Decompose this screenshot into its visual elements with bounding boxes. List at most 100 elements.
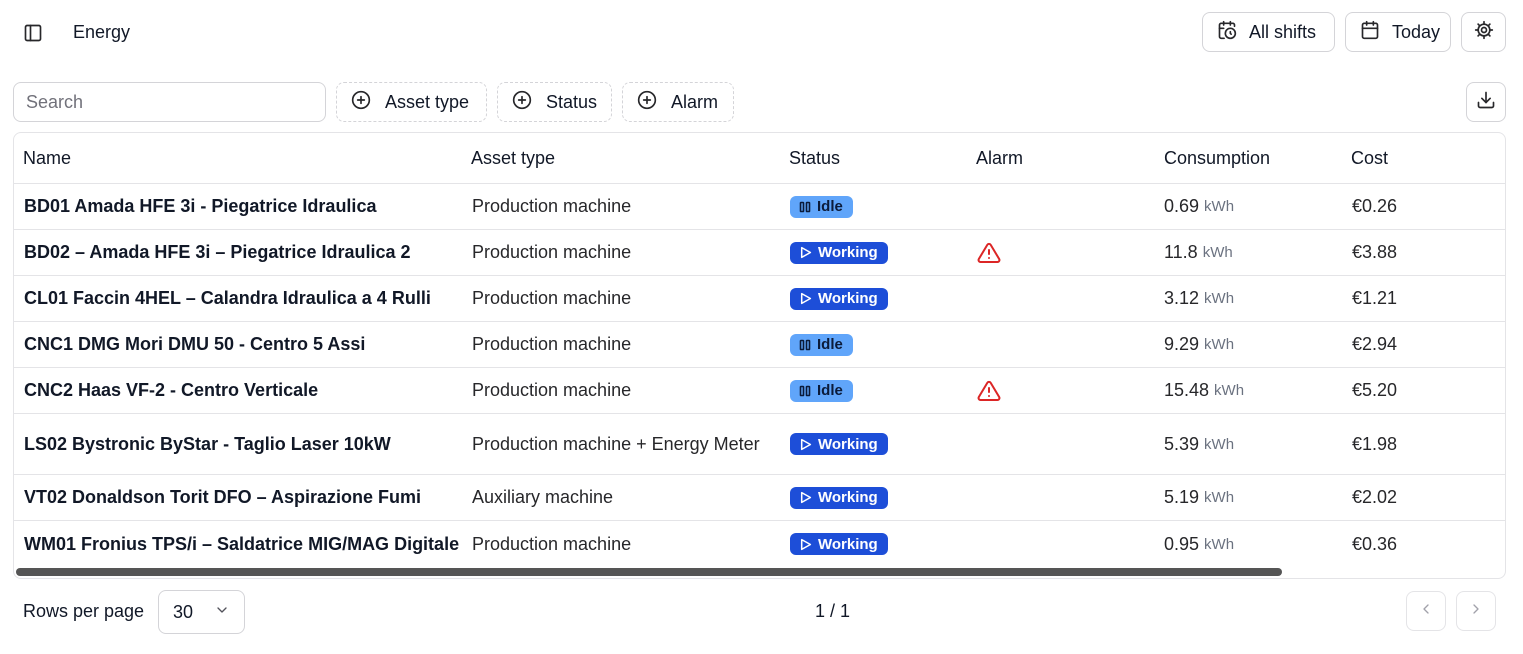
pause-icon	[799, 339, 811, 351]
scrollbar-thumb[interactable]	[16, 568, 1282, 576]
sidebar-toggle-icon[interactable]	[20, 20, 46, 46]
consumption-value: 5.39	[1164, 433, 1200, 454]
play-icon	[799, 438, 812, 451]
filter-status-button[interactable]: Status	[497, 82, 612, 122]
asset-name: LS02 Bystronic ByStar - Taglio Laser 10k…	[24, 433, 391, 454]
table-row[interactable]: BD02 – Amada HFE 3i – Piegatrice Idrauli…	[14, 230, 1505, 276]
cost-value: €3.88	[1352, 242, 1398, 262]
rows-per-page-select[interactable]: 30	[158, 590, 245, 634]
status-badge: Working	[790, 287, 888, 310]
asset-name: BD02 – Amada HFE 3i – Piegatrice Idrauli…	[24, 242, 411, 262]
consumption-value: 9.29	[1164, 334, 1200, 354]
table-row[interactable]: LS02 Bystronic ByStar - Taglio Laser 10k…	[14, 414, 1505, 475]
status-label: Working	[818, 244, 878, 261]
filter-alarm-label: Alarm	[671, 91, 719, 112]
status-cell: Idle	[790, 322, 853, 367]
asset-type: Production machine	[472, 196, 632, 216]
consumption-unit: kWh	[1202, 244, 1233, 261]
pause-icon	[799, 201, 811, 213]
rows-per-page-label: Rows per page	[23, 601, 145, 621]
table-row[interactable]: VT02 Donaldson Torit DFO – Aspirazione F…	[14, 475, 1505, 521]
chevron-right-icon	[1468, 601, 1484, 622]
status-cell: Idle	[790, 368, 853, 413]
status-cell: Working	[790, 475, 888, 520]
consumption-cell: 5.19 kWh	[1164, 475, 1234, 520]
previous-page-button[interactable]	[1406, 591, 1446, 631]
status-badge: Working	[790, 433, 888, 455]
table-row[interactable]: CNC1 DMG Mori DMU 50 - Centro 5 Assi Prod…	[14, 322, 1505, 368]
consumption-value: 0.69	[1164, 196, 1200, 216]
status-cell: Idle	[790, 184, 853, 229]
consumption-unit: kWh	[1204, 435, 1235, 453]
table-row[interactable]: CNC2 Haas VF-2 - Centro Verticale Product…	[14, 368, 1505, 414]
filter-alarm-button[interactable]: Alarm	[622, 82, 734, 122]
column-header-asset-type[interactable]: Asset type	[471, 148, 555, 169]
warning-triangle-icon	[976, 379, 1002, 403]
search-input[interactable]	[13, 82, 326, 122]
consumption-cell: 5.39 kWh	[1164, 414, 1234, 474]
cost-value: €5.20	[1352, 380, 1398, 400]
date-label: Today	[1392, 21, 1441, 42]
cost-value: €2.94	[1352, 334, 1398, 354]
calendar-icon	[1360, 20, 1380, 45]
next-page-button[interactable]	[1456, 591, 1496, 631]
asset-name: CNC2 Haas VF-2 - Centro Verticale	[24, 380, 319, 400]
asset-name: CL01 Faccin 4HEL – Calandra Idraulica a …	[24, 288, 431, 308]
status-badge: Working	[790, 486, 888, 509]
asset-type: Auxiliary machine	[472, 487, 614, 507]
column-header-status[interactable]: Status	[789, 148, 840, 169]
consumption-cell: 11.8 kWh	[1164, 230, 1233, 275]
cost-value: €0.36	[1352, 533, 1398, 554]
status-label: Working	[818, 435, 878, 453]
play-icon	[799, 292, 812, 305]
status-label: Working	[818, 290, 878, 307]
consumption-unit: kWh	[1204, 198, 1235, 215]
consumption-value: 11.8	[1164, 242, 1198, 262]
settings-button[interactable]	[1461, 12, 1506, 52]
consumption-cell: 3.12 kWh	[1164, 276, 1234, 321]
column-header-alarm[interactable]: Alarm	[976, 148, 1023, 169]
consumption-value: 0.95	[1164, 533, 1200, 554]
shifts-button[interactable]: All shifts	[1202, 12, 1335, 52]
consumption-cell: 0.69 kWh	[1164, 184, 1234, 229]
consumption-cell: 0.95 kWh	[1164, 521, 1234, 567]
horizontal-scrollbar[interactable]	[14, 566, 1505, 578]
plus-circle-icon	[637, 90, 657, 115]
status-badge: Idle	[790, 195, 853, 218]
consumption-unit: kWh	[1204, 489, 1235, 506]
consumption-cell: 9.29 kWh	[1164, 322, 1234, 367]
play-icon	[799, 246, 812, 259]
gear-icon	[1474, 20, 1494, 45]
table-row[interactable]: BD01 Amada HFE 3i - Piegatrice Idraulica…	[14, 184, 1505, 230]
download-button[interactable]	[1466, 82, 1506, 122]
cost-value: €0.26	[1352, 196, 1398, 216]
consumption-unit: kWh	[1204, 535, 1235, 553]
filter-asset-type-button[interactable]: Asset type	[336, 82, 487, 122]
energy-table: Name Asset type Status Alarm Consumption…	[13, 132, 1506, 579]
calendar-clock-icon	[1217, 20, 1237, 45]
consumption-cell: 15.48 kWh	[1164, 368, 1244, 413]
column-header-cost[interactable]: Cost	[1351, 148, 1388, 169]
plus-circle-icon	[351, 90, 371, 115]
column-header-name[interactable]: Name	[23, 148, 71, 169]
rows-per-page-value: 30	[173, 601, 194, 622]
date-range-button[interactable]: Today	[1345, 12, 1451, 52]
status-label: Idle	[817, 336, 843, 353]
asset-type: Production machine	[472, 533, 632, 554]
filter-asset-type-label: Asset type	[385, 91, 470, 112]
asset-type: Production machine + Energy Meter	[472, 433, 760, 454]
status-badge: Working	[790, 241, 888, 264]
asset-name: BD01 Amada HFE 3i - Piegatrice Idraulica	[24, 196, 377, 216]
status-badge: Idle	[790, 379, 853, 402]
status-cell: Working	[790, 230, 888, 275]
alarm-cell	[976, 230, 1002, 275]
cost-value: €1.98	[1352, 433, 1398, 454]
pause-icon	[799, 385, 811, 397]
table-row[interactable]: CL01 Faccin 4HEL – Calandra Idraulica a …	[14, 276, 1505, 322]
table-row[interactable]: WM01 Fronius TPS/i – Saldatrice MIG/MAG …	[14, 521, 1505, 567]
column-header-consumption[interactable]: Consumption	[1164, 148, 1270, 169]
chevron-left-icon	[1418, 601, 1434, 622]
asset-type: Production machine	[472, 380, 632, 400]
status-badge: Working	[790, 533, 888, 555]
consumption-unit: kWh	[1204, 336, 1235, 353]
